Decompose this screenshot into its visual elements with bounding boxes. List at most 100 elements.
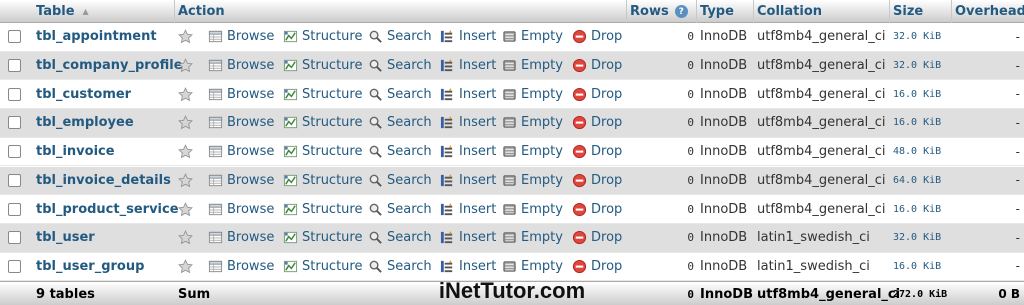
browse-action[interactable]: Browse bbox=[208, 138, 274, 166]
table-size-link[interactable]: 16.0 KiB bbox=[893, 109, 949, 137]
structure-action[interactable]: Structure bbox=[283, 195, 362, 223]
empty-label[interactable]: Empty bbox=[521, 202, 563, 217]
structure-icon[interactable] bbox=[283, 144, 298, 159]
row-checkbox[interactable] bbox=[8, 87, 21, 101]
search-action[interactable]: Search bbox=[368, 138, 432, 166]
empty-icon[interactable] bbox=[502, 202, 517, 217]
browse-label[interactable]: Browse bbox=[227, 58, 274, 73]
empty-icon[interactable] bbox=[502, 144, 517, 159]
insert-action[interactable]: Insert bbox=[440, 52, 496, 80]
header-table-label[interactable]: Table bbox=[36, 4, 75, 19]
search-action[interactable]: Search bbox=[368, 224, 432, 252]
row-checkbox-cell[interactable] bbox=[8, 138, 24, 166]
insert-link[interactable]: Insert bbox=[440, 115, 496, 130]
drop-link[interactable]: Drop bbox=[572, 58, 622, 73]
empty-label[interactable]: Empty bbox=[521, 144, 563, 159]
empty-label[interactable]: Empty bbox=[521, 115, 563, 130]
empty-action[interactable]: Empty bbox=[502, 224, 563, 252]
favorite-button[interactable] bbox=[178, 224, 198, 252]
insert-action[interactable]: Insert bbox=[440, 23, 496, 51]
browse-action[interactable]: Browse bbox=[208, 23, 274, 51]
drop-action[interactable]: Drop bbox=[572, 52, 622, 80]
drop-label[interactable]: Drop bbox=[591, 230, 622, 245]
browse-icon[interactable] bbox=[208, 202, 223, 217]
header-collation[interactable]: Collation bbox=[757, 0, 822, 23]
search-label[interactable]: Search bbox=[387, 58, 432, 73]
browse-label[interactable]: Browse bbox=[227, 144, 274, 159]
empty-action[interactable]: Empty bbox=[502, 138, 563, 166]
row-checkbox-cell[interactable] bbox=[8, 224, 24, 252]
insert-link[interactable]: Insert bbox=[440, 87, 496, 102]
header-size[interactable]: Size bbox=[893, 0, 923, 23]
structure-link[interactable]: Structure bbox=[283, 230, 362, 245]
empty-link[interactable]: Empty bbox=[502, 87, 563, 102]
search-link[interactable]: Search bbox=[368, 87, 432, 102]
browse-icon[interactable] bbox=[208, 29, 223, 44]
browse-link[interactable]: Browse bbox=[208, 58, 274, 73]
empty-icon[interactable] bbox=[502, 58, 517, 73]
structure-label[interactable]: Structure bbox=[302, 230, 362, 245]
sort-arrow-icon[interactable]: ▲ bbox=[83, 7, 89, 16]
table-size-link[interactable]: 48.0 KiB bbox=[893, 138, 949, 166]
structure-action[interactable]: Structure bbox=[283, 138, 362, 166]
structure-icon[interactable] bbox=[283, 173, 298, 188]
browse-link[interactable]: Browse bbox=[208, 202, 274, 217]
star-icon[interactable] bbox=[178, 259, 193, 274]
favorite-button[interactable] bbox=[178, 167, 198, 195]
star-icon[interactable] bbox=[178, 172, 193, 188]
drop-action[interactable]: Drop bbox=[572, 138, 622, 166]
browse-icon[interactable] bbox=[208, 173, 223, 188]
row-checkbox[interactable] bbox=[8, 259, 21, 273]
browse-label[interactable]: Browse bbox=[227, 259, 274, 274]
browse-action[interactable]: Browse bbox=[208, 195, 274, 223]
table-name-link[interactable]: tbl_employee bbox=[36, 109, 174, 137]
insert-action[interactable]: Insert bbox=[440, 195, 496, 223]
browse-link[interactable]: Browse bbox=[208, 173, 274, 188]
drop-link[interactable]: Drop bbox=[572, 29, 622, 44]
search-icon[interactable] bbox=[368, 115, 383, 130]
structure-action[interactable]: Structure bbox=[283, 52, 362, 80]
structure-label[interactable]: Structure bbox=[302, 115, 362, 130]
star-icon[interactable] bbox=[178, 201, 193, 217]
search-action[interactable]: Search bbox=[368, 109, 432, 137]
drop-link[interactable]: Drop bbox=[572, 115, 622, 130]
insert-icon[interactable] bbox=[440, 173, 455, 188]
empty-link[interactable]: Empty bbox=[502, 202, 563, 217]
header-table[interactable]: Table ▲ bbox=[36, 0, 89, 23]
insert-link[interactable]: Insert bbox=[440, 259, 496, 274]
drop-icon[interactable] bbox=[572, 87, 587, 102]
search-link[interactable]: Search bbox=[368, 173, 432, 188]
row-checkbox-cell[interactable] bbox=[8, 167, 24, 195]
insert-icon[interactable] bbox=[440, 29, 455, 44]
header-rows-label[interactable]: Rows bbox=[630, 4, 669, 19]
browse-action[interactable]: Browse bbox=[208, 167, 274, 195]
structure-link[interactable]: Structure bbox=[283, 87, 362, 102]
insert-link[interactable]: Insert bbox=[440, 58, 496, 73]
search-label[interactable]: Search bbox=[387, 87, 432, 102]
star-icon[interactable] bbox=[178, 29, 193, 44]
structure-label[interactable]: Structure bbox=[302, 173, 362, 188]
browse-link[interactable]: Browse bbox=[208, 29, 274, 44]
structure-link[interactable]: Structure bbox=[283, 29, 362, 44]
drop-label[interactable]: Drop bbox=[591, 87, 622, 102]
drop-link[interactable]: Drop bbox=[572, 87, 622, 102]
row-checkbox-cell[interactable] bbox=[8, 195, 24, 223]
drop-action[interactable]: Drop bbox=[572, 224, 622, 252]
search-label[interactable]: Search bbox=[387, 115, 432, 130]
drop-icon[interactable] bbox=[572, 29, 587, 44]
row-checkbox[interactable] bbox=[8, 30, 21, 44]
insert-link[interactable]: Insert bbox=[440, 173, 496, 188]
search-label[interactable]: Search bbox=[387, 173, 432, 188]
insert-action[interactable]: Insert bbox=[440, 138, 496, 166]
drop-action[interactable]: Drop bbox=[572, 23, 622, 51]
insert-link[interactable]: Insert bbox=[440, 230, 496, 245]
structure-icon[interactable] bbox=[283, 58, 298, 73]
insert-link[interactable]: Insert bbox=[440, 202, 496, 217]
favorite-button[interactable] bbox=[178, 109, 198, 137]
table-size-link[interactable]: 32.0 KiB bbox=[893, 52, 949, 80]
empty-action[interactable]: Empty bbox=[502, 52, 563, 80]
drop-icon[interactable] bbox=[572, 144, 587, 159]
insert-action[interactable]: Insert bbox=[440, 109, 496, 137]
browse-label[interactable]: Browse bbox=[227, 29, 274, 44]
empty-label[interactable]: Empty bbox=[521, 87, 563, 102]
